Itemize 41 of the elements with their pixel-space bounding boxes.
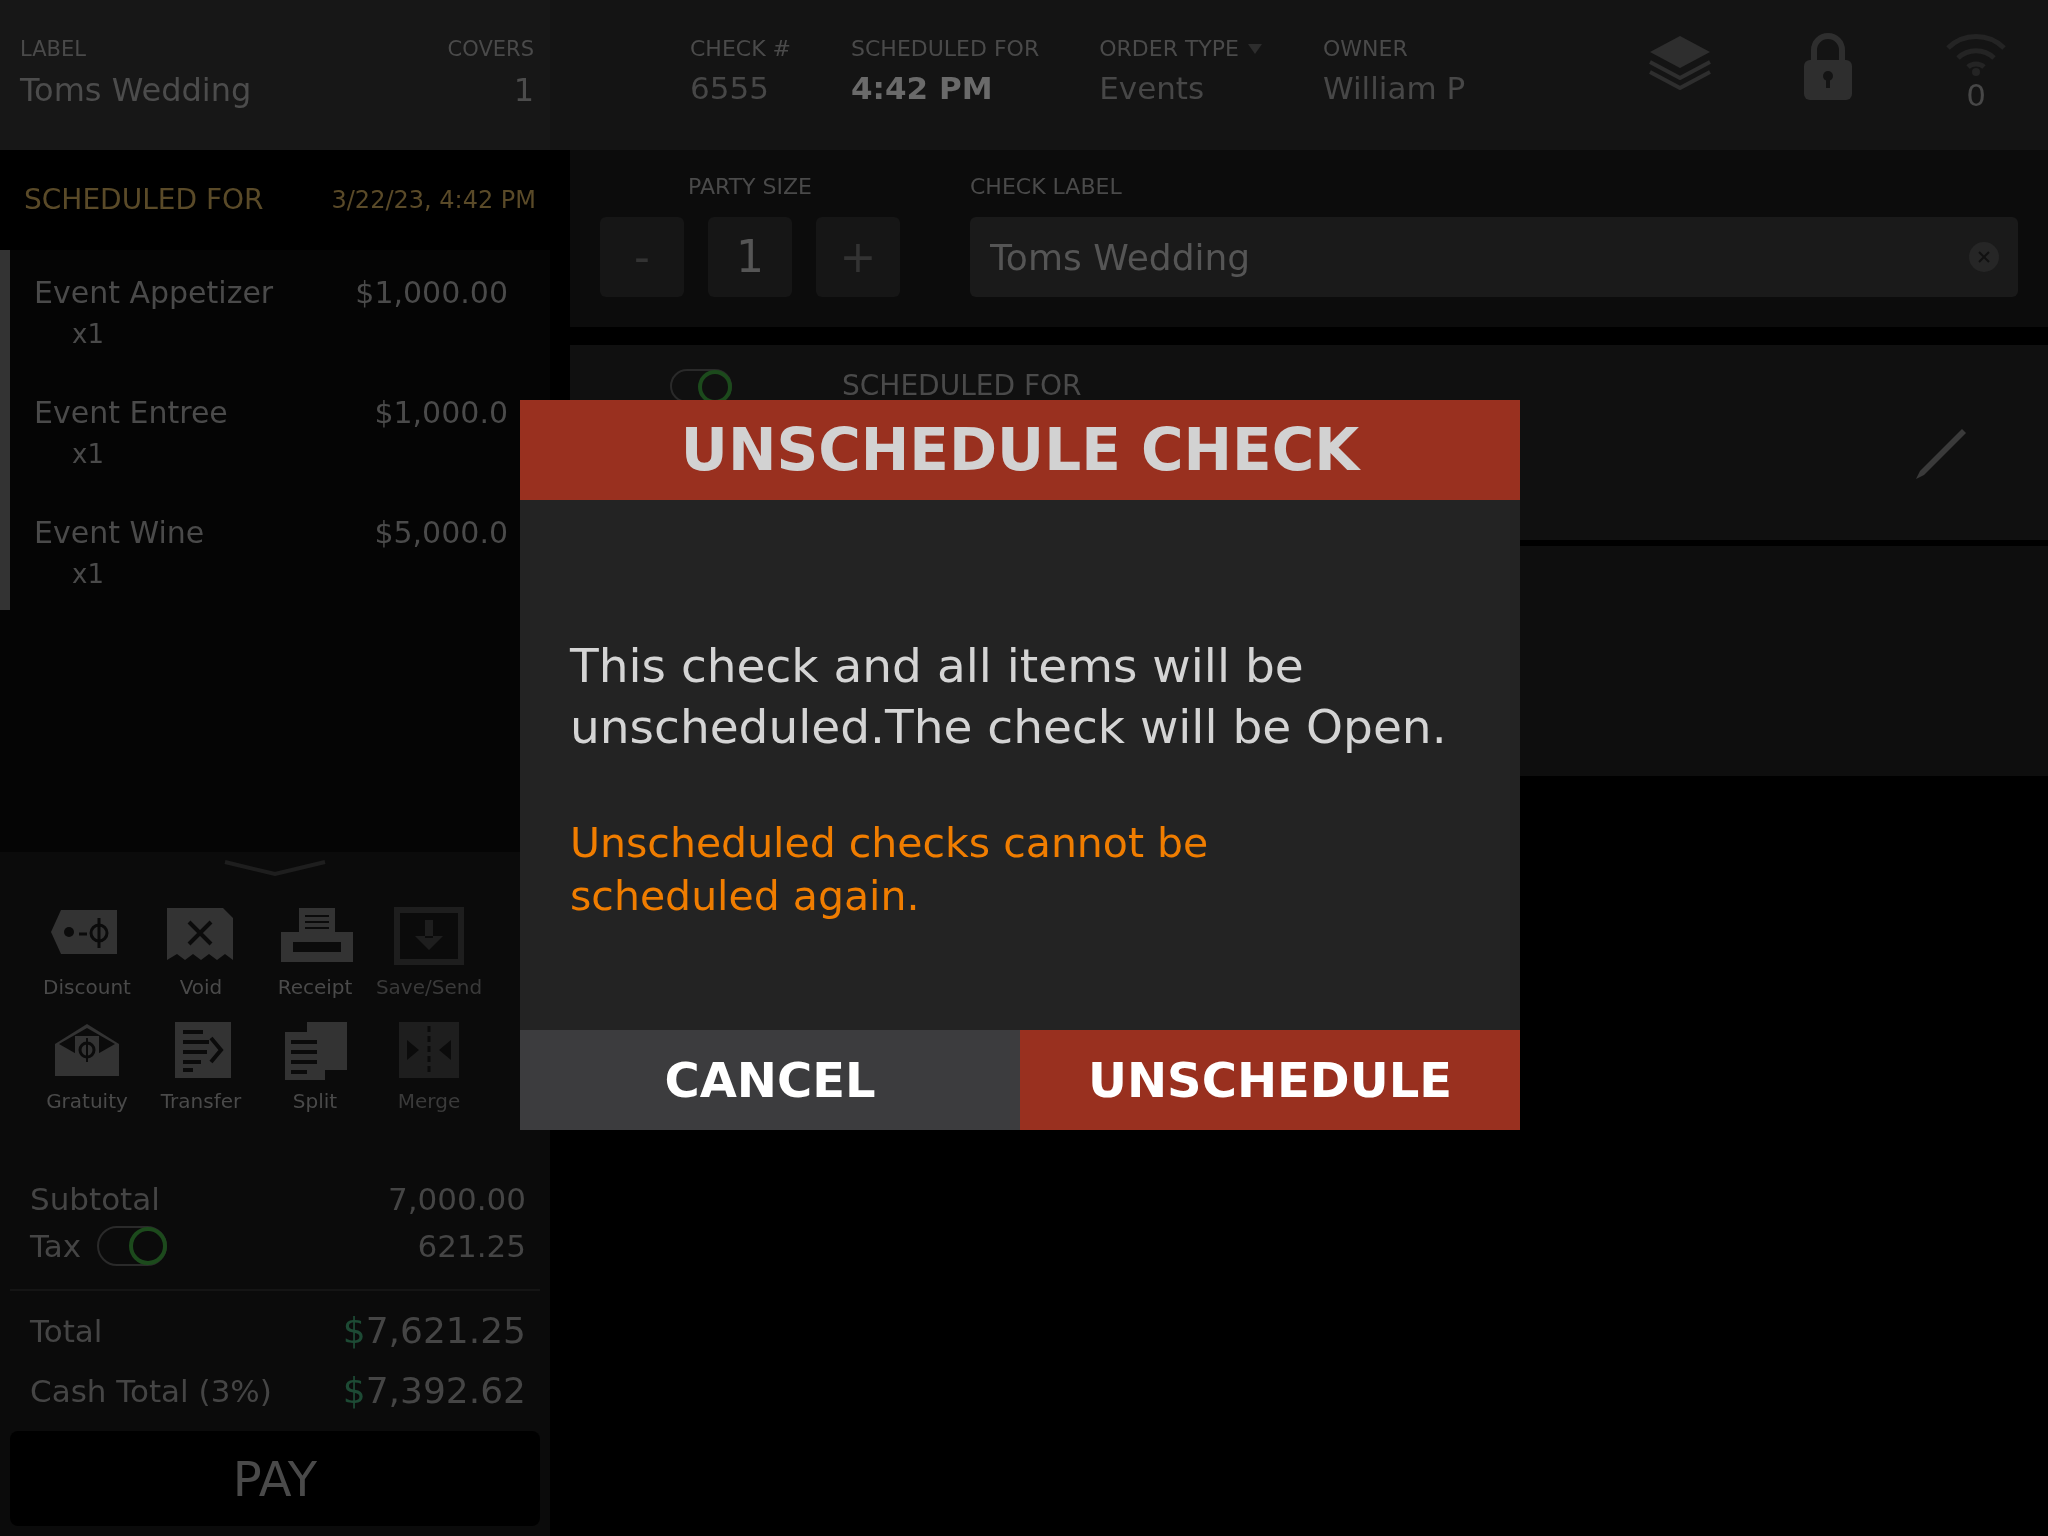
scheduled-datetime: 3/22/23, 4:42 PM xyxy=(331,185,536,216)
item-price: $1,000.00 xyxy=(355,274,508,312)
party-size-value[interactable]: 1 xyxy=(708,217,792,297)
action-button[interactable]: Void xyxy=(144,906,258,1002)
subtotal-value: 7,000.00 xyxy=(387,1180,526,1219)
dialog-warning: Unscheduled checks cannot be scheduled again. xyxy=(570,818,1210,923)
item-price: $1,000.0 xyxy=(374,394,508,432)
toggle-switch[interactable] xyxy=(97,1225,168,1266)
item-name[interactable]: Event Wine xyxy=(34,510,205,555)
total-label: Cash Total (3%) xyxy=(30,1371,272,1411)
unschedule-button[interactable]: UNSCHEDULE xyxy=(1020,1030,1520,1130)
item-quantity: x1 xyxy=(71,318,105,351)
action-button[interactable]: Discount xyxy=(30,906,144,1002)
subtotal-value: 621.25 xyxy=(417,1226,526,1266)
party-size-caption: PARTY SIZE xyxy=(687,173,813,201)
total-amount: $7,392.62 xyxy=(342,1369,526,1413)
subtotal-label: Subtotal xyxy=(30,1180,160,1219)
check-label-field[interactable]: Toms Wedding xyxy=(970,217,2018,297)
field-value: 4:42 PM xyxy=(851,69,994,108)
item-quantity: x1 xyxy=(71,558,105,591)
dialog-title: UNSCHEDULE CHECK xyxy=(520,400,1520,500)
action-button[interactable]: Transfer xyxy=(144,1020,258,1116)
item-quantity: x1 xyxy=(71,438,105,471)
pay-button[interactable]: PAY xyxy=(10,1431,540,1526)
item-price: $5,000.0 xyxy=(374,514,508,552)
item-name[interactable]: Event Appetizer xyxy=(34,270,274,315)
check-label-caption: CHECK LABEL xyxy=(970,173,1123,201)
plus-button[interactable]: + xyxy=(816,217,900,297)
padlock-icon[interactable] xyxy=(1802,32,1854,102)
action-button[interactable]: Split xyxy=(258,1020,372,1116)
dialog-message: This check and all items will be unscheduled.The check will be Open. xyxy=(570,637,1448,757)
action-button[interactable]: Gratuity xyxy=(30,1020,144,1116)
scheduled-caption: SCHEDULED FOR xyxy=(24,182,264,218)
total-amount: $7,621.25 xyxy=(342,1309,526,1353)
cancel-button[interactable]: CANCEL xyxy=(520,1030,1020,1130)
minus-button[interactable]: - xyxy=(600,217,684,297)
total-label: Total xyxy=(30,1311,103,1351)
subtotal-label: Tax xyxy=(30,1226,82,1266)
action-button[interactable]: Receipt xyxy=(258,906,372,1002)
item-name[interactable]: Event Entree xyxy=(34,390,228,435)
caret-down-icon[interactable] xyxy=(1247,42,1263,55)
